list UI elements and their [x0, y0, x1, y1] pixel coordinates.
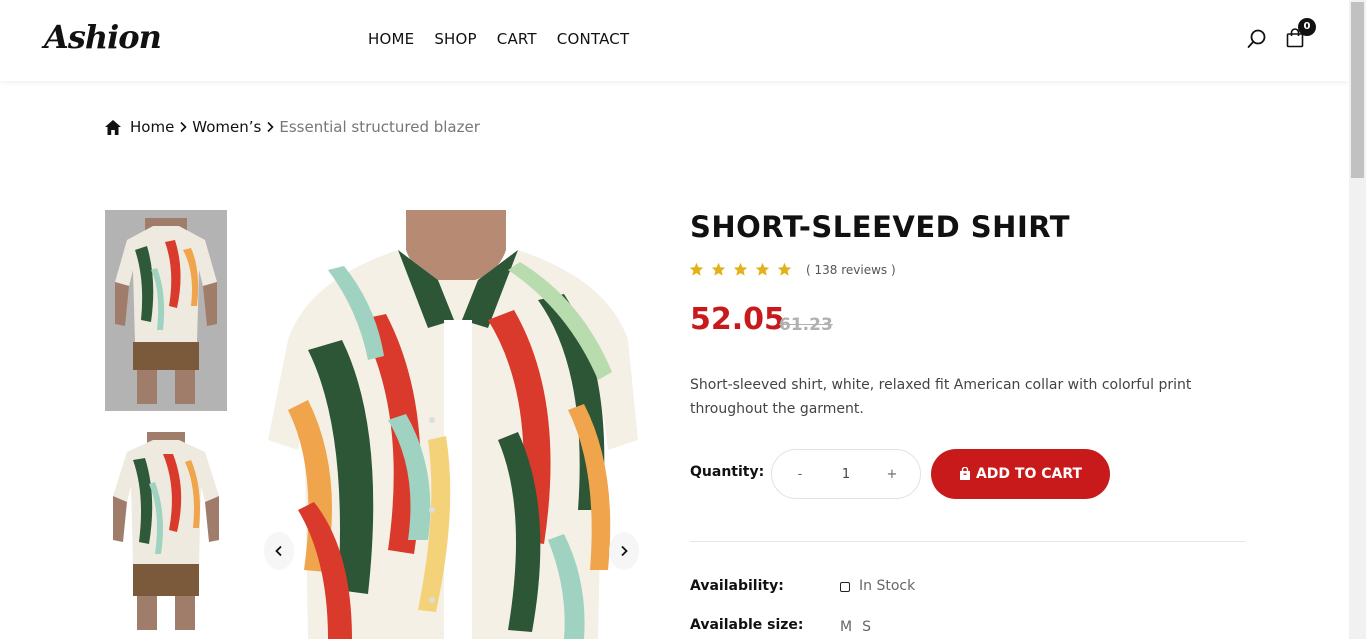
scrollbar-thumb[interactable] — [1351, 2, 1364, 178]
star-icon — [733, 262, 748, 276]
site-header: Ashion HOME SHOP CART CONTACT 0 — [0, 0, 1349, 81]
size-option-m[interactable]: M — [840, 619, 852, 635]
page-scrollbar[interactable] — [1349, 0, 1366, 639]
cart-count-badge: 0 — [1298, 18, 1316, 36]
product-rating: ( 138 reviews ) — [689, 262, 896, 277]
main-product-image — [268, 210, 638, 639]
breadcrumb-current: Essential structured blazer — [279, 118, 480, 136]
size-option-s[interactable]: S — [862, 619, 871, 635]
quantity-increase-button[interactable]: + — [886, 467, 898, 482]
breadcrumb: Home Women’s Essential structured blazer — [104, 118, 480, 136]
search-icon[interactable] — [1247, 29, 1267, 49]
availability-label: Availability: — [690, 578, 784, 594]
chevron-right-icon — [180, 121, 187, 133]
breadcrumb-home[interactable]: Home — [130, 118, 174, 136]
breadcrumb-womens[interactable]: Women’s — [192, 118, 261, 136]
quantity-label: Quantity: — [690, 464, 765, 480]
stock-checkbox[interactable] — [840, 582, 850, 592]
home-icon — [105, 119, 121, 135]
star-icon — [777, 262, 792, 276]
product-title: SHORT-SLEEVED SHIRT — [690, 210, 1071, 244]
quantity-decrease-button[interactable]: - — [794, 467, 806, 482]
star-icon — [755, 262, 770, 276]
shirt-thumbnail-image — [105, 210, 227, 411]
product-description: Short-sleeved shirt, white, relaxed fit … — [690, 377, 1192, 417]
chevron-left-icon — [275, 545, 282, 557]
main-nav: HOME SHOP CART CONTACT — [368, 30, 649, 48]
shirt-main-image — [268, 210, 638, 639]
product-thumbnail-2[interactable] — [105, 432, 227, 634]
size-label: Available size: — [690, 617, 804, 633]
add-to-cart-button[interactable]: ADD TO CART — [931, 449, 1110, 499]
quantity-stepper: - 1 + — [771, 449, 921, 499]
star-icon — [689, 262, 704, 276]
star-icon — [711, 262, 726, 276]
original-price: 61.23 — [779, 315, 833, 335]
chevron-right-icon — [267, 121, 274, 133]
next-image-button[interactable] — [609, 532, 639, 570]
quantity-input[interactable]: 1 — [842, 467, 850, 482]
nav-contact[interactable]: CONTACT — [557, 30, 630, 48]
nav-home[interactable]: HOME — [368, 30, 414, 48]
nav-shop[interactable]: SHOP — [434, 30, 476, 48]
nav-cart[interactable]: CART — [497, 30, 537, 48]
site-logo[interactable]: Ashion — [44, 18, 162, 56]
shirt-thumbnail-image — [105, 432, 227, 634]
availability-value: In Stock — [859, 578, 916, 594]
product-page: Ashion HOME SHOP CART CONTACT 0 Home Wom… — [0, 0, 1366, 639]
shopping-bag-icon — [959, 467, 970, 480]
product-thumbnail-1[interactable] — [105, 210, 227, 411]
previous-image-button[interactable] — [264, 532, 294, 570]
add-to-cart-label: ADD TO CART — [975, 466, 1083, 482]
divider — [690, 541, 1245, 542]
size-options: M S — [840, 619, 871, 635]
chevron-right-icon — [621, 545, 628, 557]
current-price: 52.05 — [690, 302, 785, 337]
review-count[interactable]: ( 138 reviews ) — [806, 263, 896, 277]
